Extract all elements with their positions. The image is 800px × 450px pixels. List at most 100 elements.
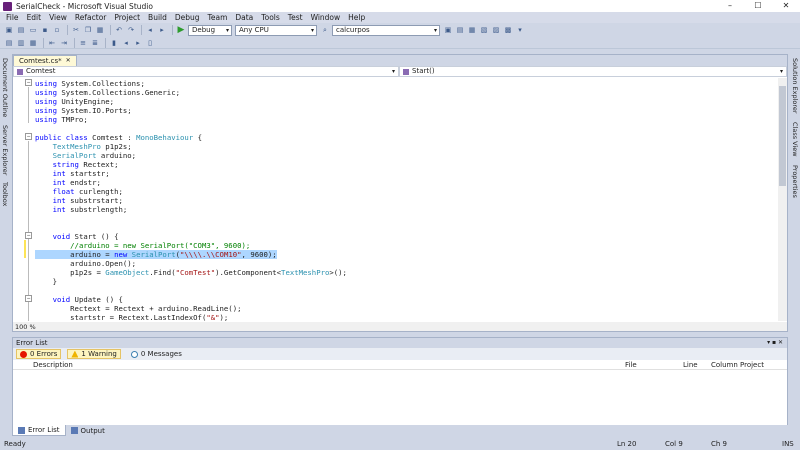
word-completion-icon[interactable]: ▦ xyxy=(28,38,38,48)
add-item-icon[interactable]: ▤ xyxy=(16,25,26,35)
menu-refactor[interactable]: Refactor xyxy=(75,12,106,23)
code-line[interactable]: } xyxy=(35,277,57,286)
increase-indent-icon[interactable]: ⇥ xyxy=(59,38,69,48)
navigate-back-icon[interactable]: ◂ xyxy=(145,25,155,35)
warnings-filter[interactable]: 1 Warning xyxy=(67,349,121,359)
code-line[interactable]: using UnityEngine; xyxy=(35,97,114,106)
collapse-class-icon[interactable]: − xyxy=(25,133,32,140)
code-line[interactable]: void Update () { xyxy=(35,295,123,304)
menu-tools[interactable]: Tools xyxy=(261,12,279,23)
code-line[interactable]: float curlength; xyxy=(35,187,123,196)
code-area[interactable]: − − − − using System.Collections; using S… xyxy=(13,78,779,321)
code-line[interactable]: startstr = Rectext.LastIndexOf("&"); xyxy=(35,313,228,321)
messages-filter[interactable]: 0 Messages xyxy=(127,349,186,359)
menu-file[interactable]: File xyxy=(6,12,19,23)
start-debugging-icon[interactable]: ▶ xyxy=(176,25,186,35)
members-dropdown[interactable]: Start() ▾ xyxy=(399,66,787,77)
menu-build[interactable]: Build xyxy=(148,12,167,23)
quick-info-icon[interactable]: ▤ xyxy=(4,38,14,48)
col-description[interactable]: Description xyxy=(33,360,73,370)
code-line[interactable]: using System.Collections; xyxy=(35,79,145,88)
code-line[interactable]: //arduino = new SerialPort("COM3", 9600)… xyxy=(35,241,250,250)
close-button[interactable]: ✕ xyxy=(772,0,800,12)
solution-platform-select[interactable]: Any CPU ▾ xyxy=(235,24,317,36)
find-in-files-icon[interactable]: ⌕ xyxy=(320,25,330,35)
undo-icon[interactable]: ↶ xyxy=(114,25,124,35)
collapse-usings-icon[interactable]: − xyxy=(25,79,32,86)
menu-project[interactable]: Project xyxy=(114,12,140,23)
code-line[interactable]: using TMPro; xyxy=(35,115,88,124)
code-line[interactable]: int startstr; xyxy=(35,169,110,178)
menu-view[interactable]: View xyxy=(49,12,67,23)
col-column[interactable]: Column xyxy=(711,360,738,370)
menu-debug[interactable]: Debug xyxy=(175,12,200,23)
zoom-level[interactable]: 100 % xyxy=(13,323,53,331)
open-file-icon[interactable]: ▭ xyxy=(28,25,38,35)
code-line[interactable]: int substrlength; xyxy=(35,205,128,214)
redo-icon[interactable]: ↷ xyxy=(126,25,136,35)
menu-data[interactable]: Data xyxy=(235,12,253,23)
horizontal-scrollbar[interactable]: 100 % xyxy=(13,322,787,331)
errors-filter[interactable]: 0 Errors xyxy=(16,349,62,359)
copy-icon[interactable]: ❐ xyxy=(83,25,93,35)
code-editor: Comtest.cs* ✕ Comtest ▾ Start() ▾ − − − … xyxy=(12,54,788,332)
menu-team[interactable]: Team xyxy=(208,12,228,23)
save-icon[interactable]: ▪ xyxy=(40,25,50,35)
panel-buttons[interactable]: ▾ ▪ ✕ xyxy=(767,338,787,348)
collapse-start-icon[interactable]: − xyxy=(25,232,32,239)
minimize-button[interactable]: – xyxy=(716,0,744,12)
code-line[interactable]: Rectext = Rectext + arduino.ReadLine(); xyxy=(35,304,241,313)
col-file[interactable]: File xyxy=(625,360,637,370)
start-page-icon[interactable]: ▨ xyxy=(491,25,501,35)
menu-edit[interactable]: Edit xyxy=(27,12,42,23)
clear-bookmarks-icon[interactable]: ▯ xyxy=(145,38,155,48)
cut-icon[interactable]: ✂ xyxy=(71,25,81,35)
next-bookmark-icon[interactable]: ▸ xyxy=(133,38,143,48)
object-browser-icon[interactable]: ▦ xyxy=(467,25,477,35)
maximize-button[interactable]: ☐ xyxy=(744,0,772,12)
parameter-info-icon[interactable]: ▥ xyxy=(16,38,26,48)
code-line[interactable]: int substrstart; xyxy=(35,196,123,205)
code-line[interactable]: TextMeshPro p1p2s; xyxy=(35,142,132,151)
col-line[interactable]: Line xyxy=(683,360,698,370)
status-mode: INS xyxy=(782,440,794,448)
collapse-update-icon[interactable]: − xyxy=(25,295,32,302)
toolbox-icon[interactable]: ▧ xyxy=(479,25,489,35)
solution-explorer-icon[interactable]: ▣ xyxy=(443,25,453,35)
code-line[interactable]: using System.Collections.Generic; xyxy=(35,88,180,97)
prev-bookmark-icon[interactable]: ◂ xyxy=(121,38,131,48)
code-line[interactable]: void Start () { xyxy=(35,232,119,241)
new-project-icon[interactable]: ▣ xyxy=(4,25,14,35)
code-line[interactable]: public class Comtest : MonoBehaviour { xyxy=(35,133,202,142)
toolbar-options-icon[interactable]: ▾ xyxy=(515,25,525,35)
code-line[interactable]: SerialPort arduino; xyxy=(35,151,136,160)
code-line[interactable]: p1p2s = GameObject.Find("ComTest").GetCo… xyxy=(35,268,347,277)
code-line[interactable]: using System.IO.Ports; xyxy=(35,106,132,115)
code-line[interactable]: int endstr; xyxy=(35,178,101,187)
tab-error-list[interactable]: Error List xyxy=(12,425,66,436)
vertical-scrollbar[interactable] xyxy=(778,78,787,321)
menu-window[interactable]: Window xyxy=(311,12,341,23)
bookmark-icon[interactable]: ▮ xyxy=(109,38,119,48)
types-dropdown[interactable]: Comtest ▾ xyxy=(13,66,399,77)
code-line[interactable]: string Rectext; xyxy=(35,160,119,169)
properties-icon[interactable]: ▤ xyxy=(455,25,465,35)
extension-manager-icon[interactable]: ▩ xyxy=(503,25,513,35)
navigate-forward-icon[interactable]: ▸ xyxy=(157,25,167,35)
tab-output[interactable]: Output xyxy=(66,425,110,436)
save-all-icon[interactable]: ▫ xyxy=(52,25,62,35)
scroll-thumb[interactable] xyxy=(779,86,786,186)
solution-configuration-select[interactable]: Debug ▾ xyxy=(188,24,232,36)
close-tab-icon[interactable]: ✕ xyxy=(66,56,71,66)
col-project[interactable]: Project xyxy=(740,360,764,370)
find-combo[interactable]: calcurpos ▾ xyxy=(332,24,440,36)
menu-help[interactable]: Help xyxy=(348,12,365,23)
comment-icon[interactable]: ≡ xyxy=(78,38,88,48)
document-tab-comtest[interactable]: Comtest.cs* ✕ xyxy=(13,55,77,66)
menu-test[interactable]: Test xyxy=(288,12,303,23)
paste-icon[interactable]: ▦ xyxy=(95,25,105,35)
code-line[interactable]: arduino = new SerialPort("\\\\.\\COM10",… xyxy=(35,250,277,259)
decrease-indent-icon[interactable]: ⇤ xyxy=(47,38,57,48)
code-line[interactable]: arduino.Open(); xyxy=(35,259,136,268)
uncomment-icon[interactable]: ≣ xyxy=(90,38,100,48)
